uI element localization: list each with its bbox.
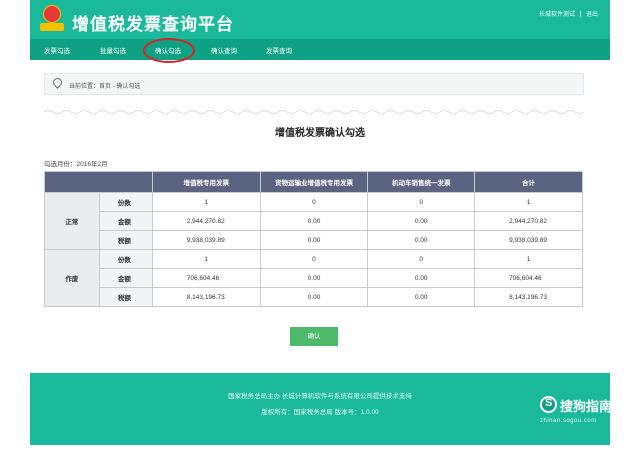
row-label: 份数: [98, 192, 153, 212]
table-cell: 1: [151, 192, 261, 212]
footer-copyright-text: 版权所有：国家税务总局 版本号：1.0.00: [261, 409, 379, 416]
group-label-normal: 正常: [44, 192, 100, 250]
table-row: 作废 份数 1 0 0 1: [44, 249, 583, 307]
table-cell: 9,938,039.89: [474, 230, 583, 250]
select-month-label: 勾选月份：2016年2月: [44, 161, 108, 168]
confirm-button[interactable]: 确认: [290, 327, 338, 346]
table-cell: 2,944,270.82: [151, 211, 261, 231]
table-cell: 0.00: [367, 211, 476, 231]
table-cell: 0: [259, 192, 369, 212]
table-cell: 8,143,196.73: [151, 287, 261, 307]
table-cell: 0.00: [367, 268, 476, 288]
page-title: 增值税发票确认勾选: [275, 128, 365, 139]
table-cell: 8,143,196.73: [474, 287, 583, 307]
table-header-vat-special: 增值税专用发票: [151, 171, 261, 193]
row-label: 份数: [98, 249, 153, 269]
tax-emblem-logo: [40, 5, 64, 33]
table-cell: 706,604.46: [151, 268, 261, 288]
summary-table: 增值税专用发票 货物运输业增值税专用发票 机动车销售统一发票 合计 正常 份数 …: [44, 171, 583, 307]
logout-link[interactable]: 退出: [586, 12, 598, 18]
top-header: 增值税发票查询平台 长城软件测试 退出: [30, 0, 610, 39]
table-cell: 2,944,270.82: [474, 211, 583, 231]
table-header-total: 合计: [474, 171, 583, 193]
table-cell: 0: [367, 192, 476, 212]
highlight-annotation-circle: [143, 38, 195, 63]
row-label: 税额: [98, 287, 153, 307]
nav-tab-invoice-select[interactable]: 发票勾选: [44, 45, 70, 55]
footer-sponsor-text: 国家税务总局主办 长城计算机软件与系统有限公司提供技术支持: [228, 393, 412, 400]
table-cell: 0.00: [259, 230, 369, 250]
user-name-link[interactable]: 长城软件测试: [539, 12, 575, 18]
watermark-brand: 搜狗指南: [560, 399, 613, 414]
table-cell: 0.00: [259, 287, 369, 307]
location-pin-icon: [51, 76, 64, 90]
table-row: 税额 9,938,039.89 0.00 0.00 9,938,039.89: [45, 230, 583, 250]
watermark-url: zhinan.sogou.com: [540, 418, 597, 424]
table-header-freight-vat: 货物运输业增值税专用发票: [259, 171, 369, 193]
table-cell: 1: [474, 192, 583, 212]
table-row: 金额 706,604.46 0.00 0.00 706,604.46: [45, 268, 583, 288]
sogou-logo-icon: S: [540, 396, 557, 413]
nav-tab-batch-select[interactable]: 批量勾选: [100, 45, 126, 55]
app-title: 增值税发票查询平台: [72, 15, 234, 34]
table-cell: 0.00: [259, 268, 369, 288]
table-row: 税额 8,143,196.73 0.00 0.00 8,143,196.73: [45, 287, 583, 307]
table-header-vehicle-invoice: 机动车销售统一发票: [367, 171, 476, 193]
row-label: 金额: [98, 268, 153, 288]
table-row: 正常 份数 1 0 0 1: [44, 192, 583, 250]
table-cell: 0.00: [367, 230, 476, 250]
user-area: 长城软件测试 退出: [539, 9, 598, 18]
divider: [579, 11, 581, 17]
row-label: 金额: [98, 211, 153, 231]
group-label-voided: 作废: [44, 249, 100, 307]
table-cell: 1: [151, 249, 261, 269]
table-row: 金额 2,944,270.82 0.00 0.00 2,944,270.82: [45, 211, 583, 231]
breadcrumb-text: 当前位置：首页 - 确认勾选: [69, 84, 141, 90]
sogou-watermark: S 搜狗指南 zhinan.sogou.com: [540, 393, 640, 433]
row-label: 税额: [98, 230, 153, 250]
footer: 国家税务总局主办 长城计算机软件与系统有限公司提供技术支持 版权所有：国家税务总…: [30, 373, 610, 445]
table-header-blank: [44, 171, 153, 193]
table-cell: 0.00: [259, 211, 369, 231]
table-cell: 0: [367, 249, 476, 269]
table-header-row: 增值税专用发票 货物运输业增值税专用发票 机动车销售统一发票 合计: [44, 171, 583, 193]
nav-tab-invoice-query[interactable]: 发票查询: [266, 45, 292, 55]
table-cell: 0: [259, 249, 369, 269]
table-cell: 706,604.46: [474, 268, 583, 288]
nav-tab-confirm-query[interactable]: 确认查询: [211, 45, 237, 55]
breadcrumb: 当前位置：首页 - 确认勾选: [44, 73, 584, 95]
main-nav: 发票勾选 批量勾选 确认勾选 确认查询 发票查询: [30, 39, 610, 60]
table-cell: 9,938,039.89: [151, 230, 261, 250]
table-cell: 0.00: [367, 287, 476, 307]
wave-divider: [44, 110, 584, 114]
table-cell: 1: [474, 249, 583, 269]
